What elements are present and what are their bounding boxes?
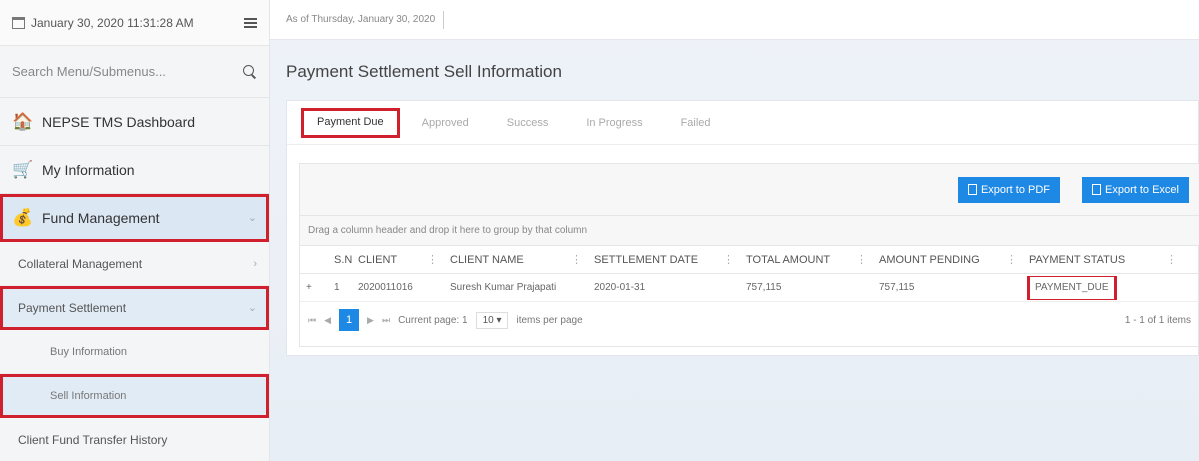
export-pdf-button[interactable]: Export to PDF — [957, 176, 1061, 203]
header-amount-pending[interactable]: AMOUNT PENDING ⋮ — [873, 253, 1023, 267]
grid-toolbar: Export to PDF Export to Excel — [300, 164, 1199, 216]
column-menu-icon: ⋮ — [427, 254, 438, 266]
sidebar-item-fund-management[interactable]: 💰 Fund Management ⌄ — [0, 194, 269, 242]
cell-client: 2020011016 — [358, 282, 413, 293]
column-menu-icon: ⋮ — [856, 254, 867, 266]
sidebar-subsubitem-buy-information[interactable]: Buy Information — [0, 330, 269, 374]
sidebar-item-label: My Information — [42, 161, 135, 178]
export-excel-button[interactable]: Export to Excel — [1082, 176, 1189, 203]
first-page-button[interactable]: ⏮ — [308, 315, 316, 326]
cell-amount-pending: 757,115 — [879, 282, 915, 293]
sidebar: January 30, 2020 11:31:28 AM Search Menu… — [0, 0, 270, 461]
tab-in-progress[interactable]: In Progress — [570, 109, 658, 137]
prev-page-button[interactable]: ◀ — [324, 315, 331, 326]
table-header: S.N CLIENT ⋮ CLIENT NAME ⋮ SETTLEMENT DATE… — [300, 246, 1199, 274]
tab-approved[interactable]: Approved — [406, 109, 485, 137]
sidebar-subitem-label: Payment Settlement — [18, 300, 127, 315]
sidebar-subitem-collateral-management[interactable]: Collateral Management › — [0, 242, 269, 286]
sidebar-subsubitem-sell-information[interactable]: Sell Information — [0, 374, 269, 418]
sidebar-subitem-label: Collateral Management — [18, 256, 143, 271]
sidebar-subitem-label: Client Fund Transfer History — [18, 432, 168, 447]
top-bar: As of Thursday, January 30, 2020 — [270, 0, 1199, 40]
sidebar-item-my-information[interactable]: 🛒 My Information — [0, 146, 269, 194]
search-bar[interactable]: Search Menu/Submenus... — [0, 46, 269, 98]
tab-payment-due[interactable]: Payment Due — [301, 107, 400, 138]
column-menu-icon: ⋮ — [723, 254, 734, 266]
tab-success[interactable]: Success — [491, 109, 565, 137]
datetime-text: January 30, 2020 11:31:28 AM — [31, 15, 194, 30]
datetime-bar: January 30, 2020 11:31:28 AM — [0, 0, 269, 46]
next-page-button[interactable]: ▶ — [367, 315, 374, 326]
payment-status-value: PAYMENT_DUE — [1027, 275, 1117, 300]
cell-client-name: Suresh Kumar Prajapati — [450, 282, 557, 293]
settlement-card: Payment Due Approved Success In Progress… — [286, 100, 1199, 356]
page-number-button[interactable]: 1 — [339, 309, 360, 331]
money-bag-icon: 💰 — [12, 207, 34, 227]
cell-payment-status: PAYMENT_DUE — [1023, 275, 1183, 300]
column-menu-icon: ⋮ — [1166, 254, 1177, 266]
sidebar-subsubitem-label: Buy Information — [50, 345, 128, 358]
home-icon: 🏠 — [12, 111, 34, 131]
sidebar-item-dashboard[interactable]: 🏠 NEPSE TMS Dashboard — [0, 98, 269, 146]
group-drop-area[interactable]: Drag a column header and drop it here to… — [300, 216, 1199, 246]
cell-total-amount: 757,115 — [746, 282, 782, 293]
header-sn[interactable]: S.N — [328, 254, 352, 266]
document-icon — [967, 184, 977, 195]
header-payment-status[interactable]: PAYMENT STATUS ⋮ — [1023, 253, 1183, 267]
main-content: As of Thursday, January 30, 2020 Payment… — [270, 0, 1199, 461]
sidebar-item-label: NEPSE TMS Dashboard — [42, 113, 196, 130]
header-client-name[interactable]: CLIENT NAME ⋮ — [444, 253, 588, 267]
tab-bar: Payment Due Approved Success In Progress… — [287, 101, 1198, 145]
sidebar-subitem-client-fund-transfer-history[interactable]: Client Fund Transfer History — [0, 418, 269, 461]
column-menu-icon: ⋮ — [1006, 254, 1017, 266]
header-total-amount[interactable]: TOTAL AMOUNT ⋮ — [740, 253, 873, 267]
expand-row-icon[interactable]: + — [300, 282, 328, 293]
chevron-down-icon: ⌄ — [247, 212, 257, 224]
last-page-button[interactable]: ⏭ — [382, 315, 390, 326]
sidebar-item-label: Fund Management — [42, 209, 160, 226]
chevron-down-icon: ⌄ — [247, 302, 257, 314]
header-client[interactable]: CLIENT ⋮ — [352, 253, 444, 267]
header-settlement-date[interactable]: SETTLEMENT DATE ⋮ — [588, 253, 740, 267]
search-input[interactable]: Search Menu/Submenus... — [12, 64, 243, 79]
as-of-date: As of Thursday, January 30, 2020 — [286, 14, 436, 25]
sidebar-subitem-payment-settlement[interactable]: Payment Settlement ⌄ — [0, 286, 269, 330]
cell-settlement-date: 2020-01-31 — [594, 282, 646, 293]
data-grid: Export to PDF Export to Excel Drag a col… — [299, 163, 1199, 347]
items-per-page-label: items per page — [516, 314, 583, 326]
tab-failed[interactable]: Failed — [665, 109, 727, 137]
page-size-select[interactable]: 10 ▾ — [475, 311, 509, 329]
export-pdf-label: Export to PDF — [980, 183, 1051, 196]
cell-sn: 1 — [334, 282, 340, 293]
document-icon — [1092, 184, 1102, 195]
table-row[interactable]: + 1 2020011016 Suresh Kumar Prajapati 20… — [300, 274, 1199, 302]
calendar-icon — [12, 16, 25, 29]
divider — [443, 10, 445, 29]
cart-icon: 🛒 — [12, 159, 34, 179]
pager: ⏮ ◀ 1 ▶ ⏭ Current page: 1 10 ▾ items per… — [300, 302, 1199, 338]
pager-info: 1 - 1 of 1 items — [1124, 314, 1191, 326]
export-excel-label: Export to Excel — [1105, 183, 1179, 196]
search-icon[interactable] — [243, 64, 257, 79]
current-page-text: Current page: 1 — [398, 314, 468, 326]
chevron-right-icon: › — [253, 257, 257, 270]
sidebar-subsubitem-label: Sell Information — [50, 389, 127, 402]
page-title: Payment Settlement Sell Information — [286, 62, 562, 81]
menu-toggle-icon[interactable] — [244, 17, 257, 28]
column-menu-icon: ⋮ — [571, 254, 582, 266]
